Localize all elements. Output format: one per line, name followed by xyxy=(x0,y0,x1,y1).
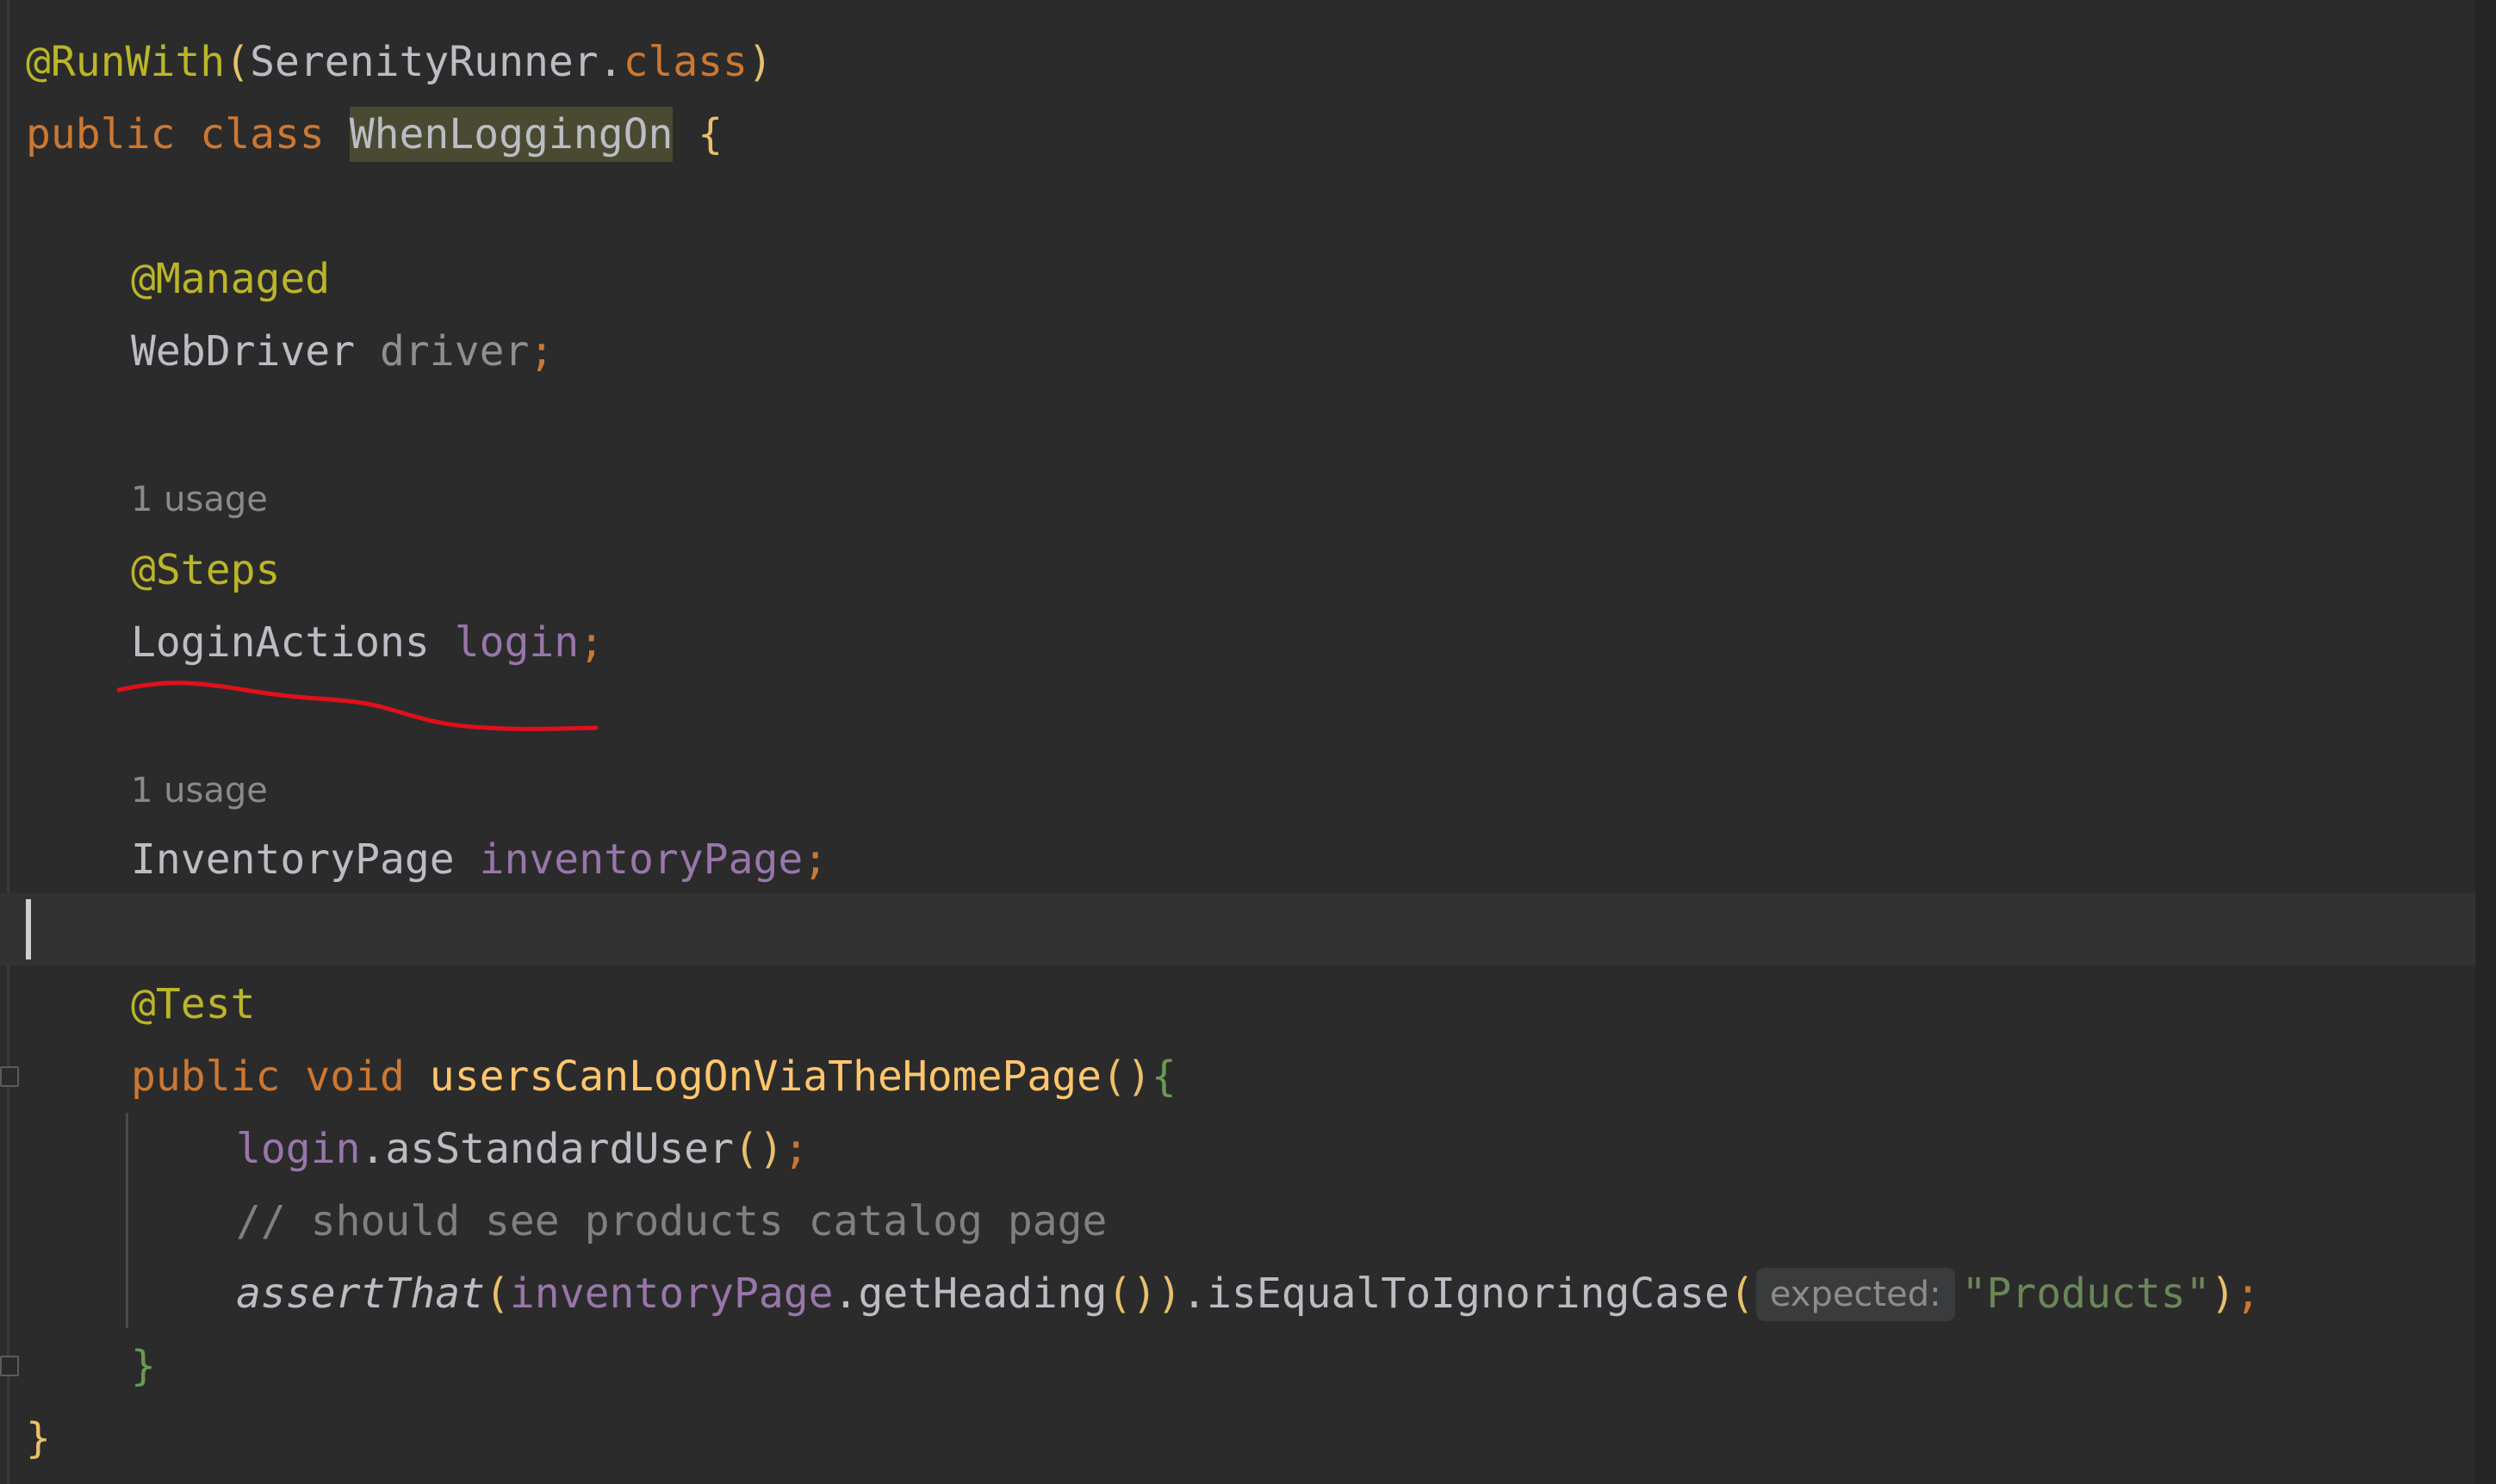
code-line-managed[interactable]: @Managed xyxy=(131,243,330,315)
type-name: InventoryPage xyxy=(131,835,455,884)
text-caret xyxy=(26,899,31,959)
keyword: class xyxy=(623,38,748,86)
brace: { xyxy=(698,110,723,158)
code-line-class-close[interactable]: } xyxy=(26,1402,51,1475)
paren: ( xyxy=(484,1270,510,1318)
comment: // should see products catalog page xyxy=(236,1197,1108,1245)
code-line-login-call[interactable]: login.asStandardUser(); xyxy=(236,1113,809,1185)
semicolon: ; xyxy=(529,327,555,376)
semicolon: ; xyxy=(803,835,829,884)
field-name: login xyxy=(454,618,580,667)
field-reference: inventoryPage xyxy=(509,1270,834,1318)
code-line-class-decl[interactable]: public class WhenLoggingOn { xyxy=(26,98,723,171)
static-method-call: assertThat xyxy=(236,1270,485,1318)
code-line-loginactions[interactable]: LoginActions login; xyxy=(131,606,604,679)
code-line-comment[interactable]: // should see products catalog page xyxy=(236,1185,1107,1257)
semicolon: ; xyxy=(783,1125,809,1173)
code-editor[interactable]: @RunWith(SerenityRunner.class) public cl… xyxy=(0,0,2496,1484)
code-line-method-decl[interactable]: public void usersCanLogOnViaTheHomePage(… xyxy=(131,1040,1177,1113)
annotation: @RunWith xyxy=(26,38,226,86)
usage-hint[interactable]: 1 usage xyxy=(131,474,268,525)
keyword: public xyxy=(26,110,176,158)
paren: () xyxy=(733,1125,784,1173)
paren: ) xyxy=(2210,1270,2236,1318)
method-call: .isEqualToIgnoringCase xyxy=(1182,1270,1729,1318)
parameter-hint[interactable]: expected: xyxy=(1755,1268,1955,1321)
brace: } xyxy=(131,1342,156,1390)
paren: () xyxy=(1107,1270,1158,1318)
keyword: public xyxy=(131,1052,281,1101)
string-literal: "Products" xyxy=(1961,1270,2211,1318)
code-line-assert[interactable]: assertThat(inventoryPage.getHeading()).i… xyxy=(236,1257,2260,1330)
dot: . xyxy=(598,38,624,86)
code-line-inventorypage[interactable]: InventoryPage inventoryPage; xyxy=(131,823,828,896)
code-line-runwith[interactable]: @RunWith(SerenityRunner.class) xyxy=(26,26,773,98)
type-name: WebDriver xyxy=(131,327,356,376)
semicolon: ; xyxy=(2235,1270,2261,1318)
gutter xyxy=(7,0,9,1484)
field-name: inventoryPage xyxy=(479,835,804,884)
field-reference: login xyxy=(236,1125,361,1173)
vertical-scrollbar[interactable] xyxy=(2475,0,2496,1484)
method-call: .getHeading xyxy=(833,1270,1108,1318)
type-name: LoginActions xyxy=(131,618,430,667)
current-line-highlight xyxy=(0,893,2475,966)
code-line-method-close[interactable]: } xyxy=(131,1330,156,1402)
paren: ( xyxy=(1729,1270,1754,1318)
keyword: void xyxy=(305,1052,405,1101)
code-line-steps[interactable]: @Steps xyxy=(131,534,280,606)
indent-guide xyxy=(126,1113,128,1328)
brace: { xyxy=(1151,1052,1177,1101)
paren: ) xyxy=(1157,1270,1183,1318)
usage-hint[interactable]: 1 usage xyxy=(131,765,268,817)
annotation: @Test xyxy=(131,980,256,1028)
code-line-test[interactable]: @Test xyxy=(131,968,256,1040)
class-reference: SerenityRunner xyxy=(250,38,599,86)
semicolon: ; xyxy=(579,618,605,667)
paren: ) xyxy=(748,38,773,86)
paren: () xyxy=(1102,1052,1152,1101)
annotation: @Managed xyxy=(131,255,331,303)
brace: } xyxy=(26,1414,51,1462)
red-underline-annotation xyxy=(116,680,599,731)
class-name: WhenLoggingOn xyxy=(349,107,674,162)
method-call: .asStandardUser xyxy=(360,1125,734,1173)
paren: ( xyxy=(225,38,251,86)
field-name: driver xyxy=(380,327,530,376)
fold-toggle-icon[interactable] xyxy=(0,1356,19,1376)
annotation: @Steps xyxy=(131,546,281,594)
code-line-webdriver[interactable]: WebDriver driver; xyxy=(131,315,554,388)
method-name: usersCanLogOnViaTheHomePage xyxy=(429,1052,1102,1101)
fold-toggle-icon[interactable] xyxy=(0,1066,19,1087)
keyword: class xyxy=(200,110,325,158)
